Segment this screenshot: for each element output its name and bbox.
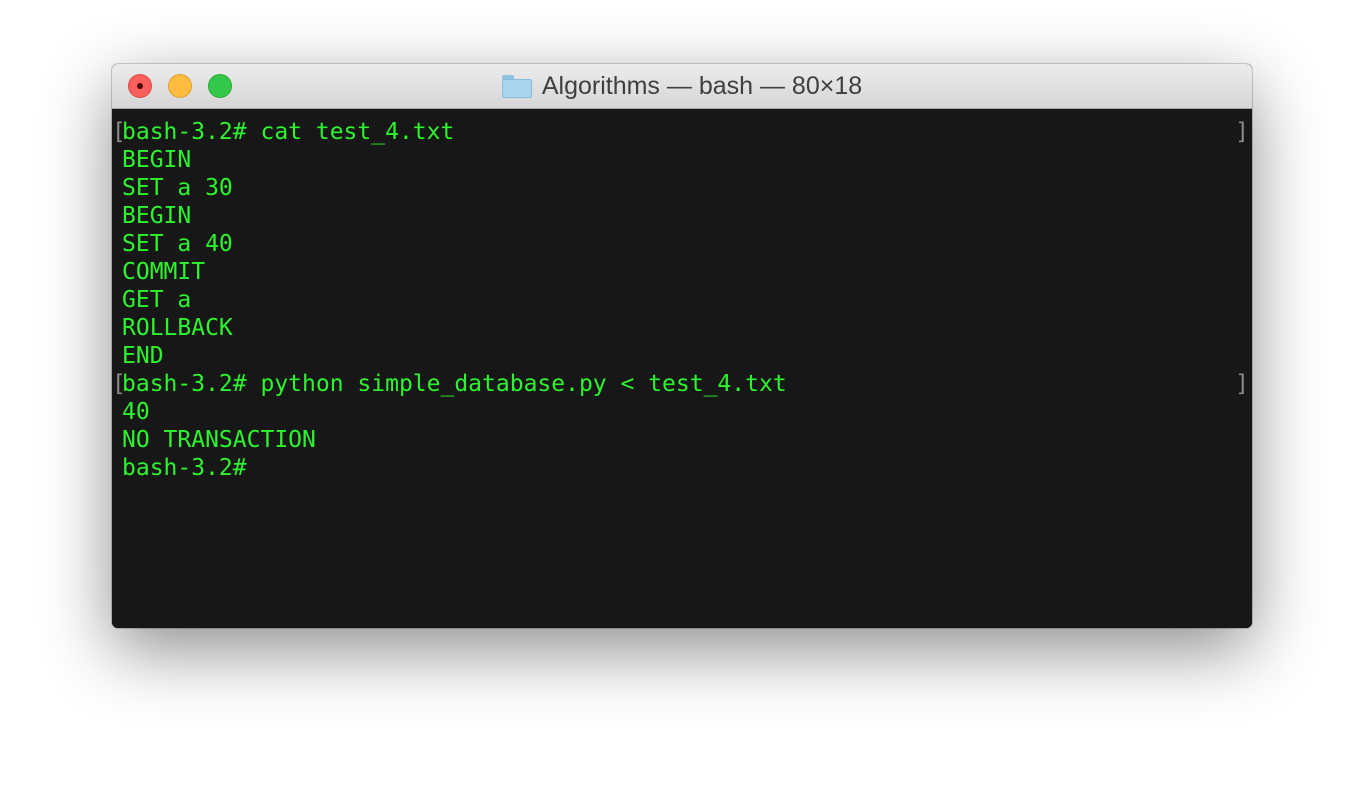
terminal-line: BEGIN [122, 147, 192, 173]
terminal-line: SET a 40 [122, 231, 233, 257]
folder-body-icon [501, 79, 532, 98]
terminal-line: COMMIT [122, 259, 206, 285]
terminal-window: Algorithms — bash — 80×18 [ ] bash-3.2# … [112, 64, 1252, 628]
title-bar[interactable]: Algorithms — bash — 80×18 [112, 64, 1252, 109]
window-title-container: Algorithms — bash — 80×18 [112, 64, 1252, 108]
terminal-line: bash-3.2# cat test_4.txt [122, 119, 455, 145]
terminal-line: ROLLBACK [122, 315, 233, 341]
terminal-line: SET a 30 [122, 175, 233, 201]
terminal-line: NO TRANSACTION [122, 427, 316, 453]
terminal-line: END [122, 343, 164, 369]
terminal-content[interactable]: [ ] bash-3.2# cat test_4.txt BEGIN SET a… [112, 109, 1252, 628]
folder-icon [501, 74, 532, 98]
terminal-line: bash-3.2# python simple_database.py < te… [122, 371, 787, 397]
terminal-line: BEGIN [122, 203, 192, 229]
terminal-line: bash-3.2# [122, 455, 247, 481]
line-mark-right: ] [1235, 119, 1249, 145]
window-title: Algorithms — bash — 80×18 [541, 71, 863, 100]
terminal-line: GET a [122, 287, 192, 313]
terminal-line: 40 [122, 399, 150, 425]
line-mark-right: ] [1235, 371, 1249, 397]
